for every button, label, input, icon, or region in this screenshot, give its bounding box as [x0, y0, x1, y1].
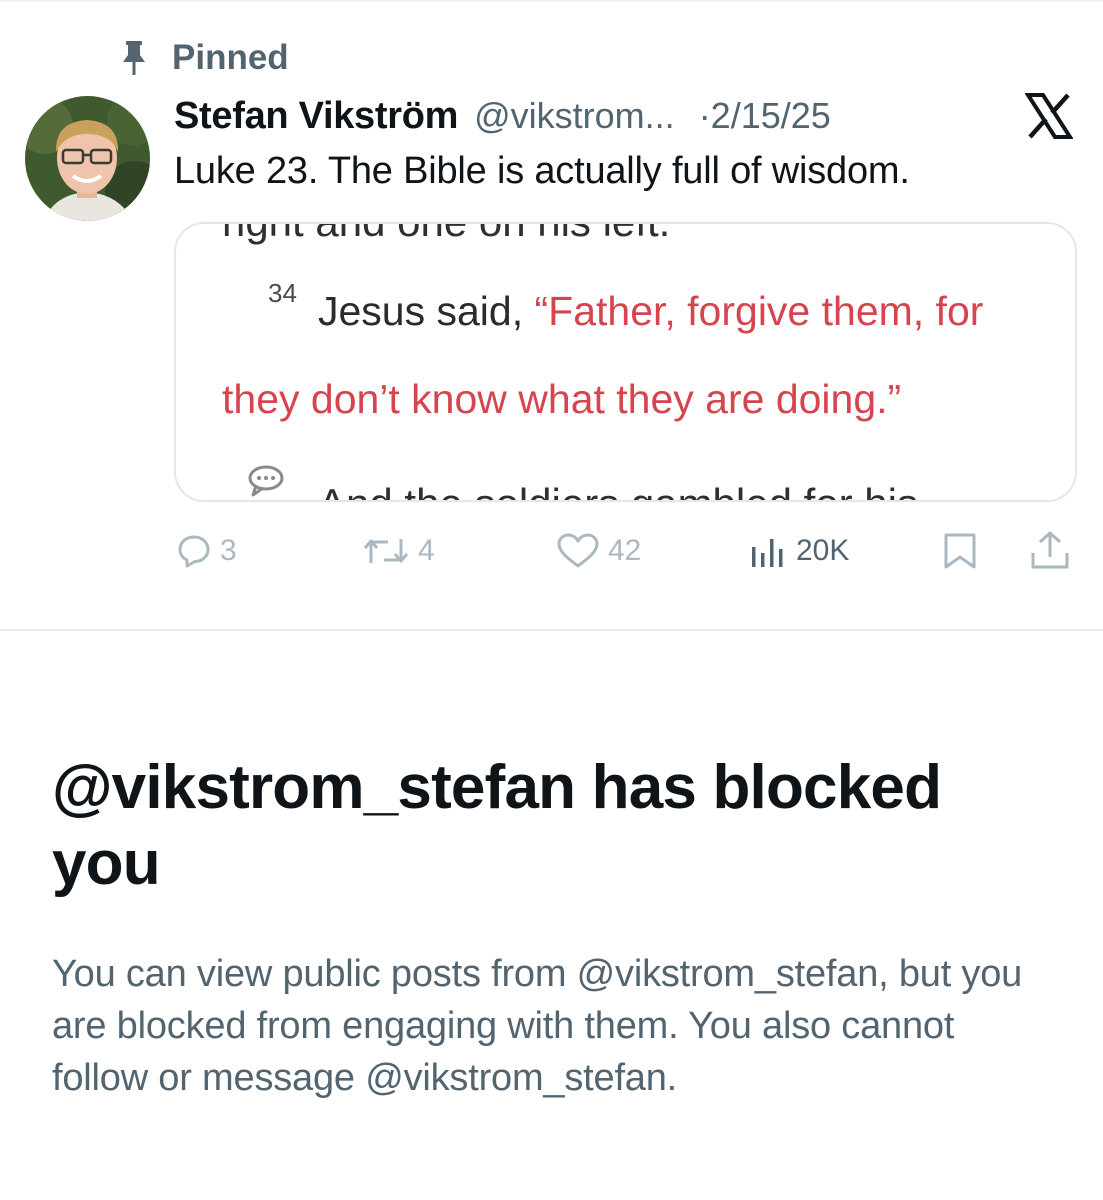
x-logo-icon: [1024, 92, 1074, 140]
post-text: Luke 23. The Bible is actually full of w…: [174, 150, 910, 192]
note-icon: [246, 464, 286, 498]
reply-button[interactable]: 3: [176, 526, 237, 576]
verse-quote-start: “Father, forgive them, for: [534, 288, 984, 334]
verse-line-1: Jesus said, “Father, forgive them, for: [318, 288, 983, 335]
views-button[interactable]: 20K: [748, 526, 849, 576]
reply-icon: [176, 533, 212, 569]
repost-icon: [362, 533, 410, 569]
share-button[interactable]: [1028, 526, 1072, 576]
verse-cut-top: right and one on his left.: [222, 224, 670, 246]
blocked-description: You can view public posts from @vikstrom…: [52, 953, 1023, 1099]
reply-count: 3: [220, 534, 237, 567]
views-count: 20K: [796, 534, 850, 567]
pinned-label: Pinned: [172, 38, 289, 77]
section-divider: [0, 629, 1103, 631]
repost-count: 4: [418, 534, 435, 567]
avatar[interactable]: [25, 96, 150, 221]
pin-icon: [118, 38, 150, 78]
share-icon: [1028, 529, 1072, 573]
top-divider: [0, 0, 1103, 2]
views-icon: [748, 533, 788, 569]
verse-cut-bottom: And the soldiers gambled for his: [318, 480, 918, 500]
post-header: Stefan Vikström @vikstrom... ·2/15/25: [174, 92, 831, 140]
bookmark-icon: [940, 531, 980, 571]
pinned-indicator: Pinned: [118, 36, 289, 80]
like-button[interactable]: 42: [556, 526, 641, 576]
bookmark-button[interactable]: [940, 526, 980, 576]
post-date[interactable]: ·2/15/25: [699, 95, 831, 137]
author-name[interactable]: Stefan Vikström: [174, 95, 458, 138]
verse-number: 34: [268, 278, 297, 308]
like-icon: [556, 532, 600, 570]
repost-button[interactable]: 4: [362, 526, 435, 576]
blocked-title: @vikstrom_stefan has blocked you: [52, 753, 942, 898]
post-image[interactable]: right and one on his left. 34 Jesus said…: [174, 222, 1077, 502]
verse-intro: Jesus said,: [318, 288, 535, 334]
author-handle[interactable]: @vikstrom...: [474, 95, 675, 137]
verse-line-2: they don’t know what they are doing.”: [222, 376, 902, 422]
post-actions: 3 4 42 20K: [0, 526, 1103, 576]
like-count: 42: [608, 534, 642, 567]
